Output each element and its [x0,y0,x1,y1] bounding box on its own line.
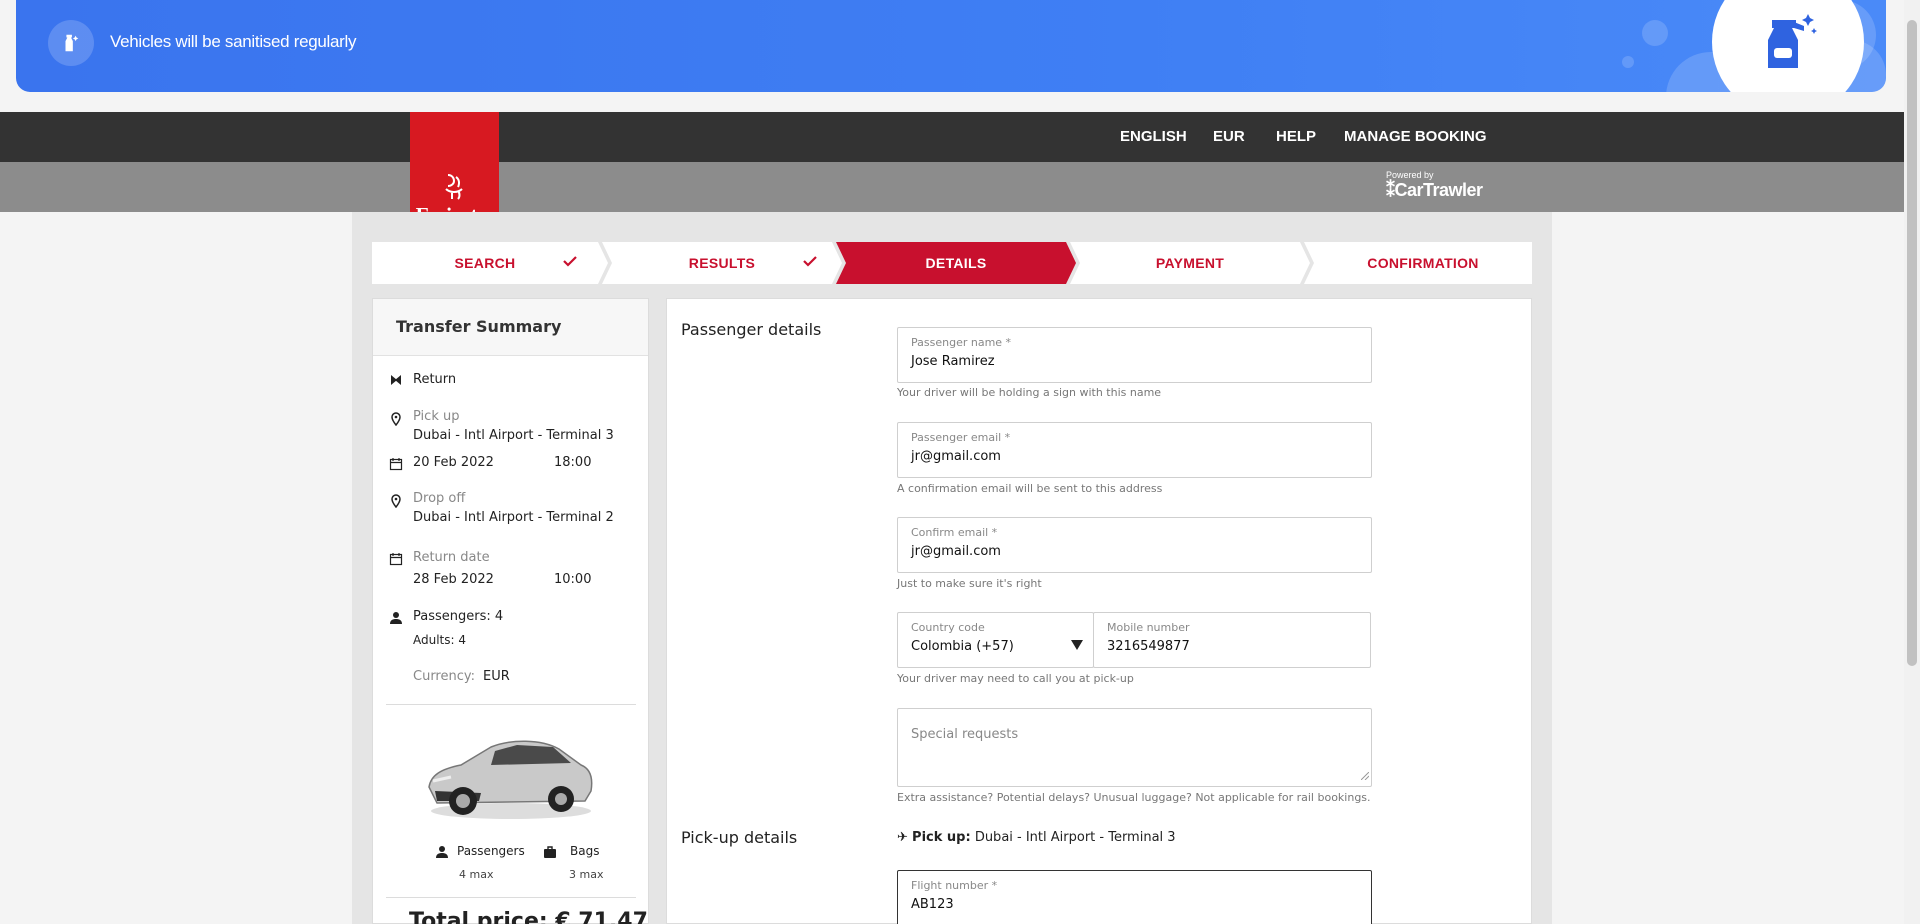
pickup-details-heading: Pick-up details [681,828,798,847]
summary-title: Transfer Summary [373,299,648,356]
step-payment: PAYMENT [1155,255,1225,271]
confirm-email-hint: Just to make sure it's right [897,577,1042,590]
step-details[interactable]: DETAILS [846,242,1066,284]
passenger-details-heading: Passenger details [681,320,822,339]
spray-bottle-illustration-icon [1712,0,1864,92]
pickup-time: 18:00 [554,455,592,470]
pickup-label: Pick up [413,409,460,424]
vehicle-image [421,731,597,821]
calendar-icon [389,456,403,471]
special-requests-hint: Extra assistance? Potential delays? Unus… [897,791,1371,804]
pickup-location: Dubai - Intl Airport - Terminal 3 [413,428,614,443]
return-date: 28 Feb 2022 [413,572,494,587]
return-time: 10:00 [554,572,592,587]
cartrawler-icon: ⁑ [1386,180,1395,200]
passenger-email-field[interactable]: Passenger email * jr@gmail.com [897,422,1372,478]
pickup-location-line: ✈ Pick up: Dubai - Intl Airport - Termin… [897,830,1176,845]
top-navigation-bar [0,112,1904,162]
capacity-bags-label: Bags [570,844,600,858]
checkmark-icon [802,253,818,272]
summary-divider [386,897,636,898]
spray-bottle-icon [48,20,94,66]
capacity-bags-value: 3 max [569,868,604,881]
step-confirmation: CONFIRMATION [1367,255,1479,271]
passengers-count: Passengers: 4 [413,609,504,624]
vertical-scrollbar[interactable] [1904,0,1920,924]
total-price: Total price: € 71.47 [409,909,648,924]
checkmark-icon [562,253,578,272]
passenger-name-field[interactable]: Passenger name * Jose Ramirez [897,327,1372,383]
person-icon [389,610,403,624]
trip-type: Return [413,372,457,387]
mobile-number-field[interactable]: Mobile number 3216549877 [1093,612,1371,668]
confirm-email-field[interactable]: Confirm email * jr@gmail.com [897,517,1372,573]
airplane-icon: ✈ [897,830,908,845]
capacity-passengers-value: 4 max [459,868,494,881]
return-arrows-icon [389,372,403,386]
resize-handle-icon[interactable] [1360,765,1370,784]
flight-number-field[interactable]: Flight number * AB123 [897,870,1372,924]
capacity-passengers-label: Passengers [457,844,525,858]
location-pin-icon [389,493,403,509]
language-selector[interactable]: ENGLISH [1120,128,1187,145]
step-results[interactable]: RESULTS [612,242,832,284]
powered-by-cartrawler: Powered by ⁑CarTrawler [1386,170,1483,201]
sub-header-bar [0,162,1904,212]
banner-text: Vehicles will be sanitised regularly [110,32,357,51]
scrollbar-thumb[interactable] [1907,20,1917,666]
calendar-icon [389,551,403,566]
location-pin-icon [389,411,403,427]
currency-selector[interactable]: EUR [1213,128,1245,145]
dropoff-label: Drop off [413,491,466,506]
passengers-capacity-icon [435,844,449,863]
dropoff-location: Dubai - Intl Airport - Terminal 2 [413,510,614,525]
manage-booking-link[interactable]: MANAGE BOOKING [1344,128,1487,145]
powered-by-label: Powered by [1386,170,1434,180]
transfer-summary-panel: Transfer Summary Return Pick up Dubai - … [372,298,649,924]
passenger-email-hint: A confirmation email will be sent to thi… [897,482,1163,495]
help-link[interactable]: HELP [1276,128,1316,145]
cartrawler-brand: ⁑CarTrawler [1386,180,1483,200]
pickup-date: 20 Feb 2022 [413,455,494,470]
country-code-select[interactable]: Country code Colombia (+57) [897,612,1094,668]
sanitation-banner: Vehicles will be sanitised regularly [16,0,1886,92]
currency-label: Currency: [413,669,476,684]
mobile-number-hint: Your driver may need to call you at pick… [897,672,1134,685]
summary-divider [386,704,636,705]
bag-icon [543,844,557,863]
step-search[interactable]: SEARCH [372,242,598,284]
special-requests-textarea[interactable]: Special requests [897,708,1372,787]
emirates-emblem-icon [444,174,463,200]
booking-progress-steps: SEARCH RESULTS DETAILS PAYMENT CONFIRMAT… [372,242,1532,284]
return-date-label: Return date [413,550,490,565]
adults-count: Adults: 4 [413,633,467,647]
currency-value: EUR [483,669,510,684]
dropdown-arrow-icon [1071,635,1083,654]
passenger-name-hint: Your driver will be holding a sign with … [897,386,1162,399]
